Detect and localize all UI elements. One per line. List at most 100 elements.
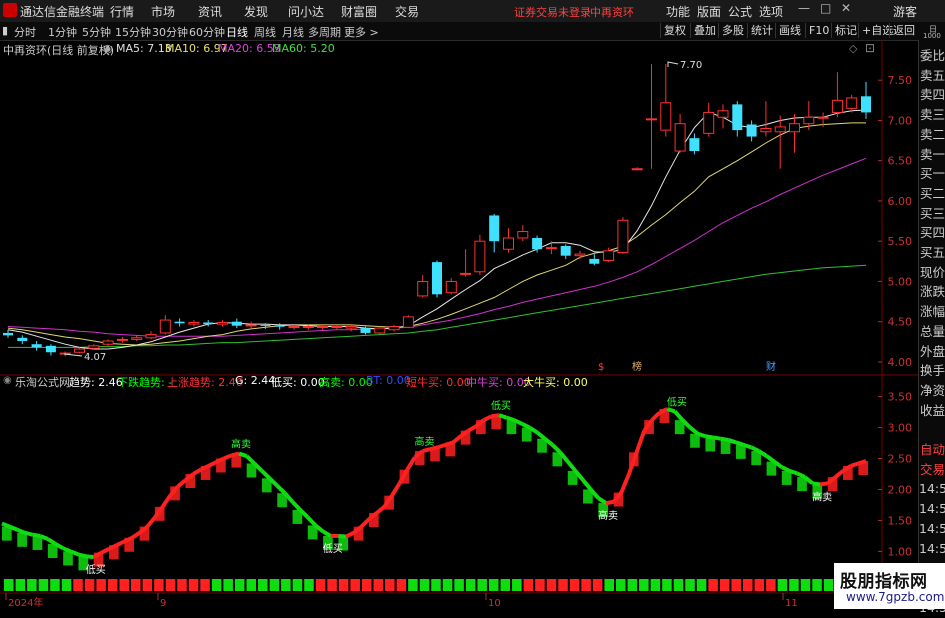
sidebar-item[interactable]: 买五	[919, 243, 945, 263]
menu-market[interactable]: 市场	[151, 3, 175, 20]
trend-line-segment	[697, 431, 707, 439]
sidebar-item[interactable]: 14:56	[919, 499, 945, 519]
menu-discover[interactable]: 发现	[244, 3, 268, 20]
title-stock-name: 中再资环	[590, 6, 634, 19]
signal-bar	[96, 579, 106, 591]
sidebar-item[interactable]: 14:56	[919, 539, 945, 559]
signal-bar	[246, 579, 257, 591]
multi-stock-button[interactable]: 多股	[718, 23, 747, 38]
period-tab-30min[interactable]: 30分钟	[152, 24, 188, 40]
sidebar-item[interactable]: 卖一	[919, 145, 945, 165]
period-tab-weekly[interactable]: 周线	[254, 24, 276, 40]
period-tab-multi[interactable]: 多周期	[308, 24, 341, 40]
guest-label[interactable]: 游客	[893, 3, 917, 20]
signal-bar	[512, 579, 522, 591]
sidebar-item[interactable]: 自动	[919, 440, 945, 460]
sidebar-item[interactable]: 净资	[919, 381, 945, 401]
signal-bar	[766, 579, 776, 591]
back-button[interactable]: 返回	[889, 23, 918, 38]
candle-body	[188, 321, 200, 325]
period-tab-daily[interactable]: 日线	[226, 24, 248, 40]
adjust-button[interactable]: 复权	[660, 23, 689, 38]
candle	[159, 315, 171, 335]
candle-body	[703, 111, 715, 134]
signal-bar	[477, 579, 487, 591]
toolbar-grid-icon[interactable]: ▮	[2, 24, 8, 37]
f10-button[interactable]: F10	[805, 23, 832, 38]
candle	[3, 329, 13, 338]
restore-icon[interactable]: □	[820, 1, 831, 15]
close-icon[interactable]: ✕	[841, 1, 851, 15]
menu-ask[interactable]: 问小达	[288, 3, 324, 20]
sidebar-item[interactable]: 买三	[919, 204, 945, 224]
sidebar-item[interactable]: 涨跌	[919, 282, 945, 302]
statistics-button[interactable]: 统计	[747, 23, 776, 38]
candle-body	[861, 96, 871, 113]
menu-news[interactable]: 资讯	[198, 3, 222, 20]
signal-bar	[200, 579, 210, 591]
trend-line-segment	[437, 442, 447, 450]
trade-login-warning[interactable]: 证券交易未登录	[514, 4, 591, 20]
high-price-label: 7.70	[680, 60, 702, 71]
candle-body	[345, 326, 357, 329]
sidebar-item[interactable]: 卖五	[919, 66, 945, 86]
sidebar-item[interactable]: 现价	[919, 263, 945, 283]
menu-quotes[interactable]: 行情	[110, 3, 134, 20]
sidebar-item[interactable]: 卖三	[919, 105, 945, 125]
menu-formula[interactable]: 公式	[728, 3, 752, 20]
period-tab-1min[interactable]: 1分钟	[48, 24, 77, 40]
sidebar-item[interactable]: 交易	[919, 460, 945, 480]
sidebar-item[interactable]: 总量	[919, 322, 945, 342]
menu-wealth[interactable]: 财富圈	[341, 3, 377, 20]
sidebar-item[interactable]: 卖四	[919, 85, 945, 105]
trend-line-segment	[491, 413, 500, 419]
sidebar-item[interactable]: 收益	[919, 401, 945, 421]
trend-line-segment	[634, 429, 647, 453]
overlay-button[interactable]: 叠加	[690, 23, 719, 38]
sidebar-item[interactable]: 14:56	[919, 519, 945, 539]
trend-line-segment	[160, 494, 172, 508]
indicator-name[interactable]: 乐淘公式网	[15, 374, 70, 390]
candle-body	[331, 326, 343, 329]
indicator-toggle-icon[interactable]: ◉	[3, 375, 12, 386]
signal-bar	[627, 579, 638, 591]
menu-layout[interactable]: 版面	[697, 3, 721, 20]
kline-chart[interactable]: 7.50 7.00 6.50 6.00 5.50 5.00 4.50 4.00 7.70 4.07…	[0, 40, 918, 609]
sidebar-item[interactable]: 外盘	[919, 342, 945, 362]
period-tab-timeshare[interactable]: 分时	[14, 24, 36, 40]
candle-body	[131, 337, 143, 340]
candle-body	[660, 102, 672, 131]
sidebar-item[interactable]: 委比	[919, 46, 945, 66]
indicator-down-trend: 下跌趋势: -	[117, 376, 173, 389]
sidebar-item[interactable]: 卖二	[919, 125, 945, 145]
mark-button[interactable]: 标记	[831, 23, 860, 38]
candle	[674, 114, 686, 153]
candle	[417, 275, 429, 298]
sidebar-item[interactable]: 买一	[919, 164, 945, 184]
menu-options[interactable]: 选项	[759, 3, 783, 20]
candle-body	[789, 123, 800, 133]
period-tab-15min[interactable]: 15分钟	[115, 24, 151, 40]
trend-line-segment	[1, 521, 11, 529]
period-tab-5min[interactable]: 5分钟	[82, 24, 111, 40]
sidebar-item[interactable]: 买四	[919, 223, 945, 243]
sidebar-item[interactable]: 换手	[919, 361, 945, 381]
sidebar-item[interactable]: 涨幅	[919, 302, 945, 322]
period-tab-more[interactable]: 更多 >	[344, 24, 379, 40]
minimize-icon[interactable]: —	[798, 1, 810, 15]
period-tab-monthly[interactable]: 月线	[282, 24, 304, 40]
menu-trade[interactable]: 交易	[395, 3, 419, 20]
menu-function[interactable]: 功能	[666, 3, 690, 20]
sidebar-item[interactable]: 买二	[919, 184, 945, 204]
signal-bar	[292, 579, 303, 591]
signal-bar	[812, 579, 822, 591]
sidebar-item[interactable]: 14:56	[919, 479, 945, 499]
price-axis-label: 5.00	[888, 275, 913, 288]
candle	[31, 341, 42, 351]
candle	[345, 324, 357, 332]
trend-line-segment	[597, 496, 608, 505]
sidebar-item[interactable]	[919, 420, 945, 440]
candle-body	[846, 97, 858, 109]
draw-line-button[interactable]: 画线	[775, 23, 804, 38]
period-tab-60min[interactable]: 60分钟	[189, 24, 225, 40]
